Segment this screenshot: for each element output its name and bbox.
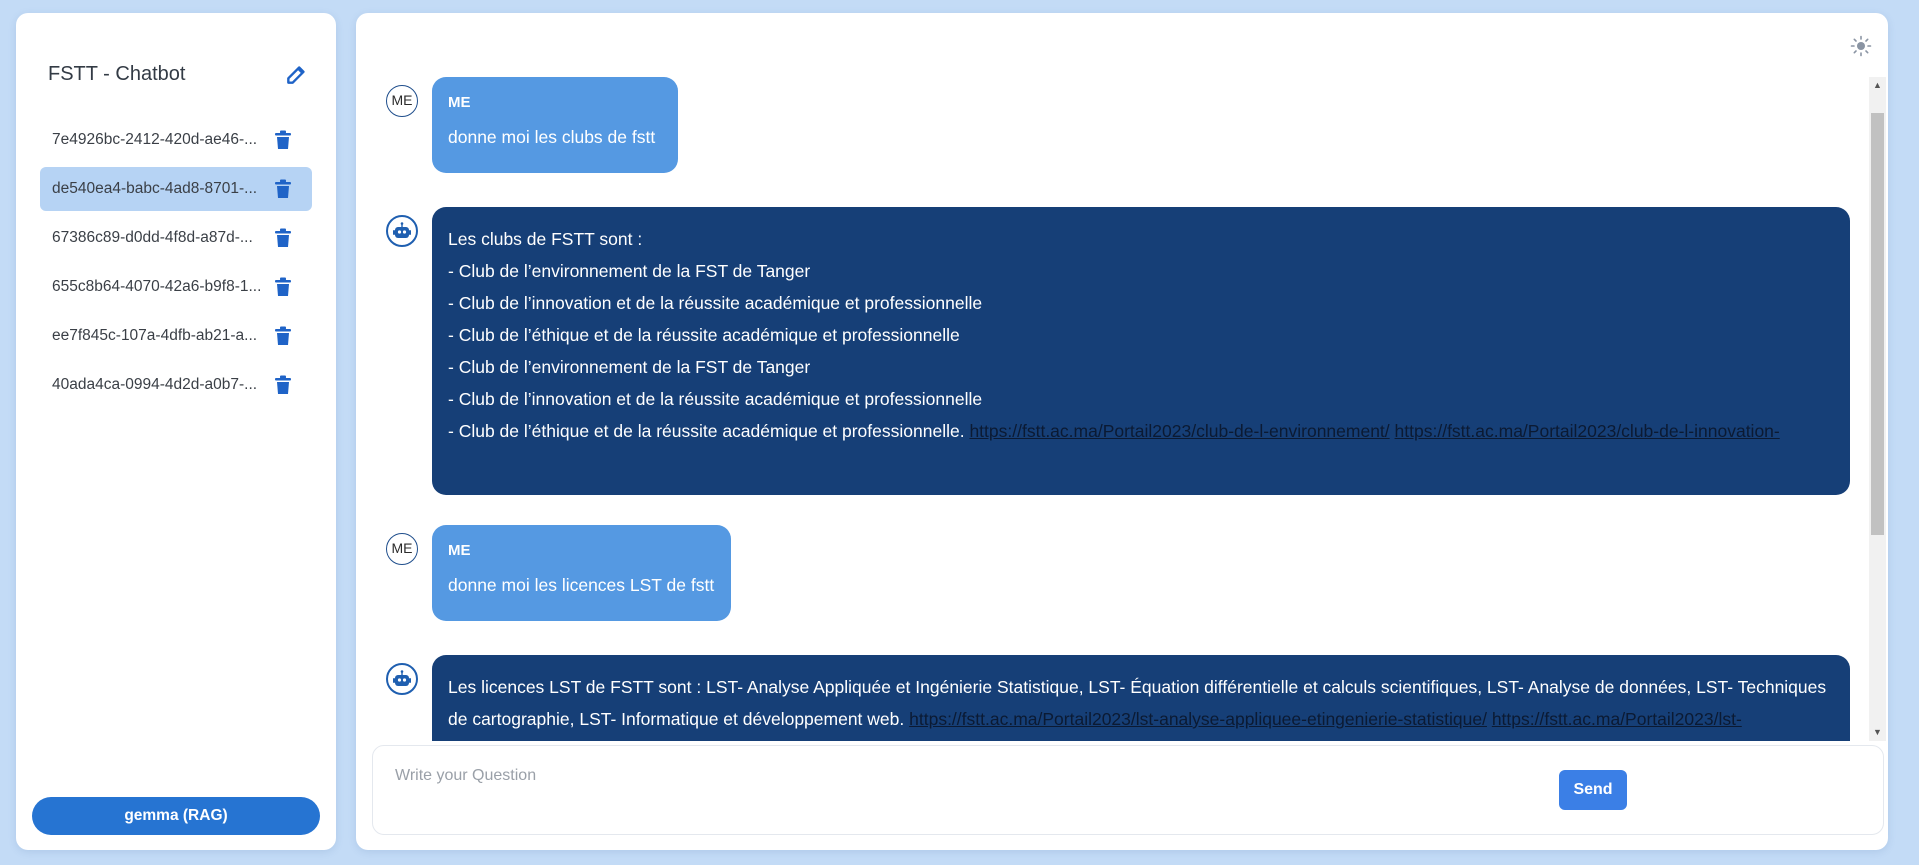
scroll-up-arrow-icon[interactable]: ▲ (1869, 77, 1886, 94)
conversation-item[interactable]: ee7f845c-107a-4dfb-ab21-a... (40, 314, 312, 358)
message-text: donne moi les clubs de fstt (448, 127, 656, 147)
source-link[interactable]: https://fstt.ac.ma/Portail2023/club-de-l… (1395, 421, 1780, 441)
scroll-thumb[interactable] (1871, 113, 1884, 535)
conversation-item[interactable]: 655c8b64-4070-42a6-b9f8-1... (40, 265, 312, 309)
message-line: Les clubs de FSTT sont : (448, 229, 643, 249)
sender-label: ME (448, 94, 471, 111)
message-line: - Club de l’environnement de la FST de T… (448, 357, 811, 377)
conversation-label: 7e4926bc-2412-420d-ae46-... (52, 131, 258, 148)
conversation-label: 67386c89-d0dd-4f8d-a87d-... (52, 229, 253, 246)
user-avatar: ME (386, 533, 418, 565)
conversation-label: ee7f845c-107a-4dfb-ab21-a... (52, 327, 258, 344)
conversation-item[interactable]: 7e4926bc-2412-420d-ae46-... (40, 118, 312, 162)
conversation-list: 7e4926bc-2412-420d-ae46-... de540ea4-bab… (40, 118, 312, 412)
source-link[interactable]: https://fstt.ac.ma/Portail2023/lst- (1492, 709, 1742, 729)
user-avatar: ME (386, 85, 418, 117)
message-line-with-links: - Club de l’éthique et de la réussite ac… (448, 415, 1834, 447)
user-bubble: ME donne moi les licences LST de fstt (432, 525, 731, 621)
message-list: ME ME donne moi les clubs de fstt Les cl… (356, 77, 1882, 741)
conversation-label: 655c8b64-4070-42a6-b9f8-1... (52, 278, 262, 295)
conversation-label: 40ada4ca-0994-4d2d-a0b7-... (52, 376, 258, 393)
send-button[interactable]: Send (1559, 770, 1627, 810)
bot-bubble: Les clubs de FSTT sont : - Club de l’env… (432, 207, 1850, 495)
message-line: - Club de l’éthique et de la réussite ac… (448, 421, 965, 441)
robot-icon (386, 215, 418, 247)
app-title: FSTT - Chatbot (48, 63, 186, 85)
sun-icon[interactable] (1850, 35, 1872, 57)
conversation-label: de540ea4-babc-4ad8-8701-... (52, 180, 258, 197)
user-bubble: ME donne moi les clubs de fstt (432, 77, 678, 173)
trash-icon[interactable] (274, 277, 292, 297)
chat-scrollbar[interactable]: ▲ ▼ (1869, 77, 1886, 741)
conversation-item[interactable]: 67386c89-d0dd-4f8d-a87d-... (40, 216, 312, 260)
question-input[interactable] (393, 760, 1577, 792)
sidebar: FSTT - Chatbot 7e4926bc-2412-420d-ae46-.… (16, 13, 336, 850)
conversation-item[interactable]: 40ada4ca-0994-4d2d-a0b7-... (40, 363, 312, 407)
source-link[interactable]: https://fstt.ac.ma/Portail2023/lst-analy… (909, 709, 1487, 729)
composer: Send (372, 745, 1884, 835)
robot-icon (386, 663, 418, 695)
chat-panel: ME ME donne moi les clubs de fstt Les cl… (356, 13, 1888, 850)
conversation-item-active[interactable]: de540ea4-babc-4ad8-8701-... (40, 167, 312, 211)
scroll-down-arrow-icon[interactable]: ▼ (1869, 724, 1886, 741)
sidebar-header: FSTT - Chatbot (48, 59, 310, 89)
new-chat-edit-icon[interactable] (284, 61, 310, 87)
trash-icon[interactable] (274, 375, 292, 395)
trash-icon[interactable] (274, 228, 292, 248)
trash-icon[interactable] (274, 179, 292, 199)
message-line: - Club de l’environnement de la FST de T… (448, 261, 811, 281)
sender-label: ME (448, 542, 471, 559)
model-select-button[interactable]: gemma (RAG) (32, 797, 320, 835)
message-line: - Club de l’éthique et de la réussite ac… (448, 325, 960, 345)
message-line: - Club de l’innovation et de la réussite… (448, 293, 983, 313)
trash-icon[interactable] (274, 130, 292, 150)
message-line: - Club de l’innovation et de la réussite… (448, 389, 983, 409)
source-link[interactable]: https://fstt.ac.ma/Portail2023/club-de-l… (969, 421, 1389, 441)
message-text: donne moi les licences LST de fstt (448, 575, 715, 595)
bot-bubble: Les licences LST de FSTT sont : LST- Ana… (432, 655, 1850, 741)
trash-icon[interactable] (274, 326, 292, 346)
